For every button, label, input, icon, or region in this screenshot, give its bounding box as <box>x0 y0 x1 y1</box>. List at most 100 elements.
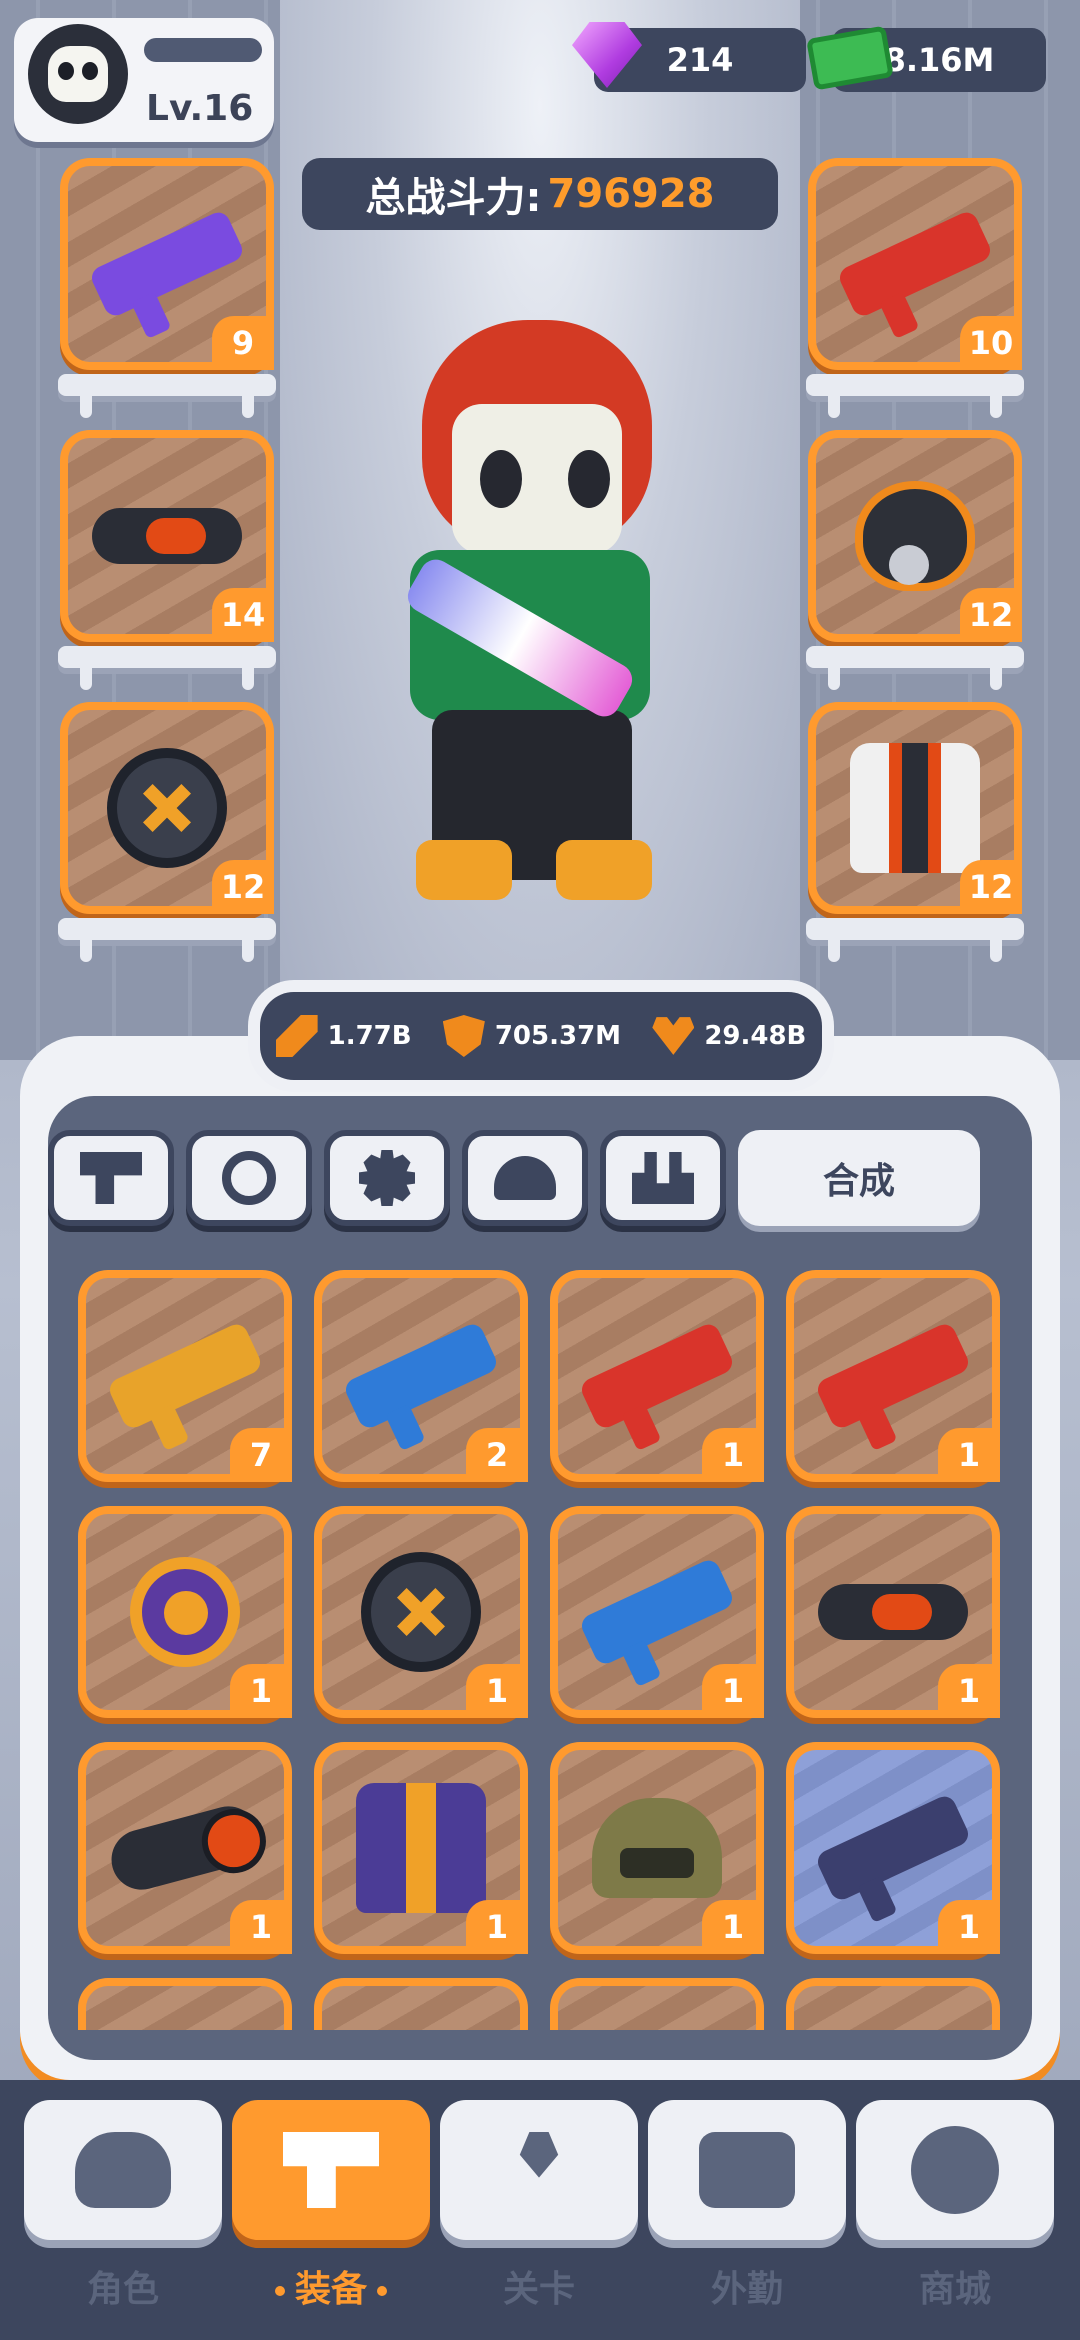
tab-parts[interactable] <box>324 1130 450 1226</box>
item-count: 1 <box>702 1428 764 1482</box>
character-eye <box>568 450 610 508</box>
item-count: 9 <box>212 316 274 370</box>
gas-mask-icon <box>855 481 975 591</box>
shelf <box>58 646 276 690</box>
inventory-item[interactable]: 1 <box>314 1506 528 1718</box>
jacket-icon <box>850 743 980 873</box>
vest-icon <box>356 1783 486 1913</box>
cash-value: 8.16M <box>883 41 995 79</box>
character-shoe <box>556 840 652 900</box>
health-value: 29.48B <box>704 1021 807 1051</box>
item-count: 1 <box>230 1664 292 1718</box>
merge-button[interactable]: 合成 <box>738 1130 980 1226</box>
inventory-item[interactable]: 1 <box>786 1270 1000 1482</box>
shop-icon <box>911 2126 999 2214</box>
stats-bar: 1.77B 705.37M 29.48B <box>248 980 834 1092</box>
item-count: 12 <box>212 860 274 914</box>
item-count: 1 <box>466 1900 528 1954</box>
nav-expedition-button[interactable] <box>648 2100 846 2240</box>
item-count: 2 <box>466 1428 528 1482</box>
equip-slot-goggles[interactable]: 14 <box>60 430 274 642</box>
player-card[interactable]: Lv.16 <box>14 18 274 142</box>
item-count: 1 <box>702 1664 764 1718</box>
health-stat: 29.48B <box>652 1015 806 1057</box>
rifle-icon <box>88 208 246 320</box>
inventory-item[interactable]: 1 <box>786 1506 1000 1718</box>
ammo-drum-icon <box>107 748 227 868</box>
inventory-item[interactable]: 1 <box>786 1742 1000 1954</box>
blue-blaster-icon <box>578 1556 736 1668</box>
inventory-item[interactable]: 1 <box>550 1270 764 1482</box>
nav-level-label: 关卡 <box>502 2269 575 2310</box>
shotgun-icon <box>578 1320 736 1432</box>
item-count: 1 <box>230 1900 292 1954</box>
item-count: 1 <box>938 1664 1000 1718</box>
scope-icon <box>104 1799 266 1897</box>
equip-slot-ammo[interactable]: 12 <box>60 702 274 914</box>
map-pin-icon <box>519 2132 559 2178</box>
bottom-navigation: 角色 装备 关卡 外勤 商城 <box>0 2080 1080 2340</box>
item-count: 14 <box>212 588 274 642</box>
category-tabs: 合成 <box>48 1130 980 1226</box>
sniper-rifle-icon <box>814 1792 972 1904</box>
item-count: 1 <box>938 1900 1000 1954</box>
helmet-icon <box>494 1156 556 1200</box>
watch-icon <box>222 1151 276 1205</box>
active-dot <box>274 2286 285 2296</box>
total-power-label: 总战斗力: <box>365 175 542 221</box>
level-progress-bar <box>144 38 262 62</box>
inventory-item[interactable]: 7 <box>78 1270 292 1482</box>
inventory-item[interactable] <box>78 1978 292 2030</box>
attack-value: 1.77B <box>327 1021 412 1051</box>
gems-value: 214 <box>666 41 734 79</box>
item-count: 1 <box>466 1664 528 1718</box>
goggles-icon <box>818 1584 968 1640</box>
player-level: Lv.16 <box>146 88 254 129</box>
avatar[interactable] <box>22 18 134 130</box>
item-count: 1 <box>938 1428 1000 1482</box>
attack-icon <box>275 1015 318 1057</box>
character-eye <box>480 450 522 508</box>
equip-slot-secondary[interactable]: 10 <box>808 158 1022 370</box>
item-count: 12 <box>960 860 1022 914</box>
nav-level-button[interactable] <box>440 2100 638 2240</box>
tab-helmets[interactable] <box>462 1130 588 1226</box>
nav-equipment-label: 装备 <box>294 2269 367 2310</box>
equip-slot-mask[interactable]: 12 <box>808 430 1022 642</box>
item-count: 12 <box>960 588 1022 642</box>
total-power: 总战斗力: 796928 <box>302 158 778 230</box>
gear-icon <box>359 1150 415 1206</box>
nav-expedition-label: 外勤 <box>710 2269 783 2310</box>
helmet-icon <box>592 1798 722 1898</box>
inventory-item[interactable] <box>786 1978 1000 2030</box>
gun-icon <box>80 1152 142 1204</box>
character-model[interactable] <box>380 320 680 910</box>
inventory-item[interactable]: 1 <box>550 1742 764 1954</box>
tab-watches[interactable] <box>186 1130 312 1226</box>
inventory-item[interactable]: 1 <box>78 1742 292 1954</box>
inventory-item[interactable]: 1 <box>550 1506 764 1718</box>
equip-slot-weapon[interactable]: 9 <box>60 158 274 370</box>
inventory-item[interactable]: 2 <box>314 1270 528 1482</box>
nav-role-label: 角色 <box>86 2269 159 2310</box>
tab-armor[interactable] <box>600 1130 726 1226</box>
attack-stat: 1.77B <box>275 1015 412 1057</box>
defense-value: 705.37M <box>494 1021 622 1051</box>
inventory-item[interactable]: 1 <box>314 1742 528 1954</box>
gun-icon <box>283 2132 379 2208</box>
shelf <box>806 374 1024 418</box>
inventory-item[interactable]: 1 <box>78 1506 292 1718</box>
nav-equipment-button[interactable] <box>232 2100 430 2240</box>
nav-shop-button[interactable] <box>856 2100 1054 2240</box>
nav-shop-label: 商城 <box>918 2269 991 2310</box>
tab-weapons[interactable] <box>48 1130 174 1226</box>
nav-role-button[interactable] <box>24 2100 222 2240</box>
inventory-item[interactable] <box>550 1978 764 2030</box>
goggles-icon <box>92 508 242 564</box>
shelf <box>806 918 1024 962</box>
total-power-value: 796928 <box>547 171 715 217</box>
shelf <box>58 374 276 418</box>
shotgun-icon <box>814 1320 972 1432</box>
equip-slot-armor[interactable]: 12 <box>808 702 1022 914</box>
inventory-item[interactable] <box>314 1978 528 2030</box>
